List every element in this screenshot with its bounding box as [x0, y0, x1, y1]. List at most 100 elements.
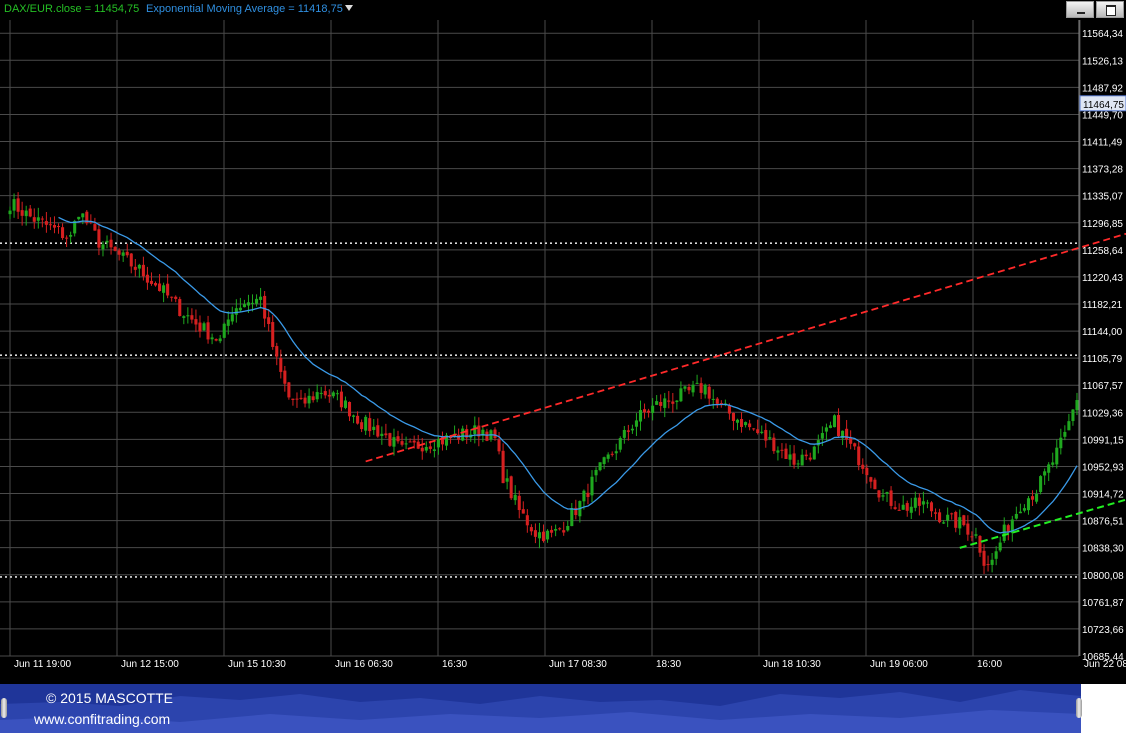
- candle-body: [404, 443, 408, 445]
- candle-body: [828, 425, 832, 428]
- candle-body: [372, 426, 376, 431]
- candle-body: [299, 397, 303, 399]
- candle-body: [109, 239, 113, 248]
- candle-body: [683, 386, 687, 389]
- candle-body: [8, 210, 12, 215]
- time-tick-label: Jun 22 08:00: [1084, 659, 1126, 670]
- candle-body: [263, 295, 267, 319]
- maximize-button[interactable]: [1096, 1, 1124, 18]
- candle-body: [990, 559, 994, 565]
- candle-body: [380, 433, 384, 436]
- candle-body: [56, 226, 61, 228]
- candle-body: [970, 536, 974, 538]
- candle-body: [836, 414, 841, 437]
- candle-body: [974, 534, 978, 536]
- candle-body: [291, 398, 295, 400]
- indicator-dropdown-icon[interactable]: [345, 5, 353, 11]
- candle-body: [210, 337, 214, 340]
- candle-body: [376, 425, 380, 437]
- candle-body: [925, 502, 929, 504]
- candle-body: [760, 431, 764, 433]
- candle-body: [105, 240, 109, 243]
- candle-body: [865, 467, 869, 476]
- candle-body: [315, 392, 319, 400]
- candle-body: [590, 476, 594, 496]
- candle-body: [408, 441, 412, 443]
- candle-body: [905, 503, 909, 511]
- candle-body: [238, 307, 242, 311]
- candle-body: [214, 339, 218, 341]
- candle-body: [509, 476, 513, 499]
- ema-indicator-label[interactable]: Exponential Moving Average = 11418,75: [146, 3, 343, 15]
- candle-body: [133, 266, 137, 270]
- time-tick-label: 16:00: [977, 659, 1002, 670]
- candle-body: [869, 477, 873, 482]
- candle-body: [885, 492, 889, 494]
- candle-body: [461, 428, 465, 441]
- candle-body: [772, 437, 776, 452]
- minimize-button[interactable]: [1066, 1, 1094, 18]
- price-tick-label: 10800,08: [1082, 571, 1124, 582]
- price-tick-label: 11220,43: [1082, 273, 1123, 284]
- candle-body: [643, 409, 647, 413]
- candle-body: [343, 400, 348, 408]
- candle-body: [1043, 471, 1047, 476]
- candle-body: [396, 436, 400, 442]
- website-link[interactable]: www.confitrading.com: [34, 711, 170, 727]
- candle-body: [832, 415, 837, 428]
- candle-body: [69, 235, 73, 237]
- candle-body: [998, 542, 1002, 551]
- candle-body: [788, 454, 792, 460]
- scroll-left-handle[interactable]: [1, 698, 7, 718]
- price-tick-label: 10914,72: [1082, 490, 1124, 501]
- candle-body: [735, 419, 740, 423]
- candle-body: [497, 439, 501, 452]
- candle-body: [691, 384, 695, 393]
- scroll-right-handle[interactable]: [1076, 698, 1082, 718]
- price-tick-label: 11487,92: [1082, 83, 1123, 94]
- price-chart[interactable]: 11564,34 11526,13 11487,92 11449,70 11411,49…: [0, 20, 1126, 684]
- candle-body: [897, 509, 901, 511]
- candle-body: [174, 296, 178, 299]
- candle-body: [634, 420, 638, 427]
- candle-body: [1047, 464, 1051, 473]
- candle-body: [246, 302, 251, 306]
- candle-body: [1071, 409, 1075, 422]
- candle-body: [360, 422, 364, 430]
- candle-body: [97, 229, 101, 248]
- candle-body: [873, 479, 877, 490]
- time-tick-label: Jun 18 10:30: [763, 659, 821, 670]
- candle-body: [594, 469, 598, 476]
- candle-body: [12, 199, 16, 211]
- candle-body: [626, 430, 630, 432]
- candle-body: [283, 370, 287, 384]
- price-tick-label: 11067,57: [1082, 381, 1123, 392]
- candle-body: [804, 454, 808, 457]
- candle-body: [352, 415, 356, 417]
- candle-body: [44, 221, 48, 225]
- candle-body: [1035, 493, 1039, 502]
- candle-body: [667, 400, 671, 402]
- time-tick-label: Jun 19 06:00: [870, 659, 928, 670]
- candle-body: [275, 346, 279, 357]
- candle-body: [149, 280, 154, 284]
- candle-body: [820, 433, 824, 439]
- candle-body: [230, 314, 234, 322]
- candle-body: [739, 418, 744, 427]
- candle-body: [61, 227, 65, 239]
- candle-body: [436, 439, 440, 448]
- candle-body: [186, 315, 190, 317]
- candle-body: [40, 218, 44, 220]
- candle-body: [194, 319, 198, 325]
- candle-body: [808, 457, 812, 460]
- candle-body: [610, 453, 614, 455]
- candle-body: [699, 383, 703, 393]
- candle-body: [1059, 437, 1063, 449]
- candle-body: [1022, 508, 1026, 511]
- candle-body: [966, 523, 970, 535]
- candle-body: [744, 422, 748, 426]
- candle-body: [400, 441, 404, 445]
- candle-body: [1030, 496, 1035, 500]
- price-tick-label: 11373,28: [1082, 165, 1123, 176]
- candle-body: [81, 213, 85, 218]
